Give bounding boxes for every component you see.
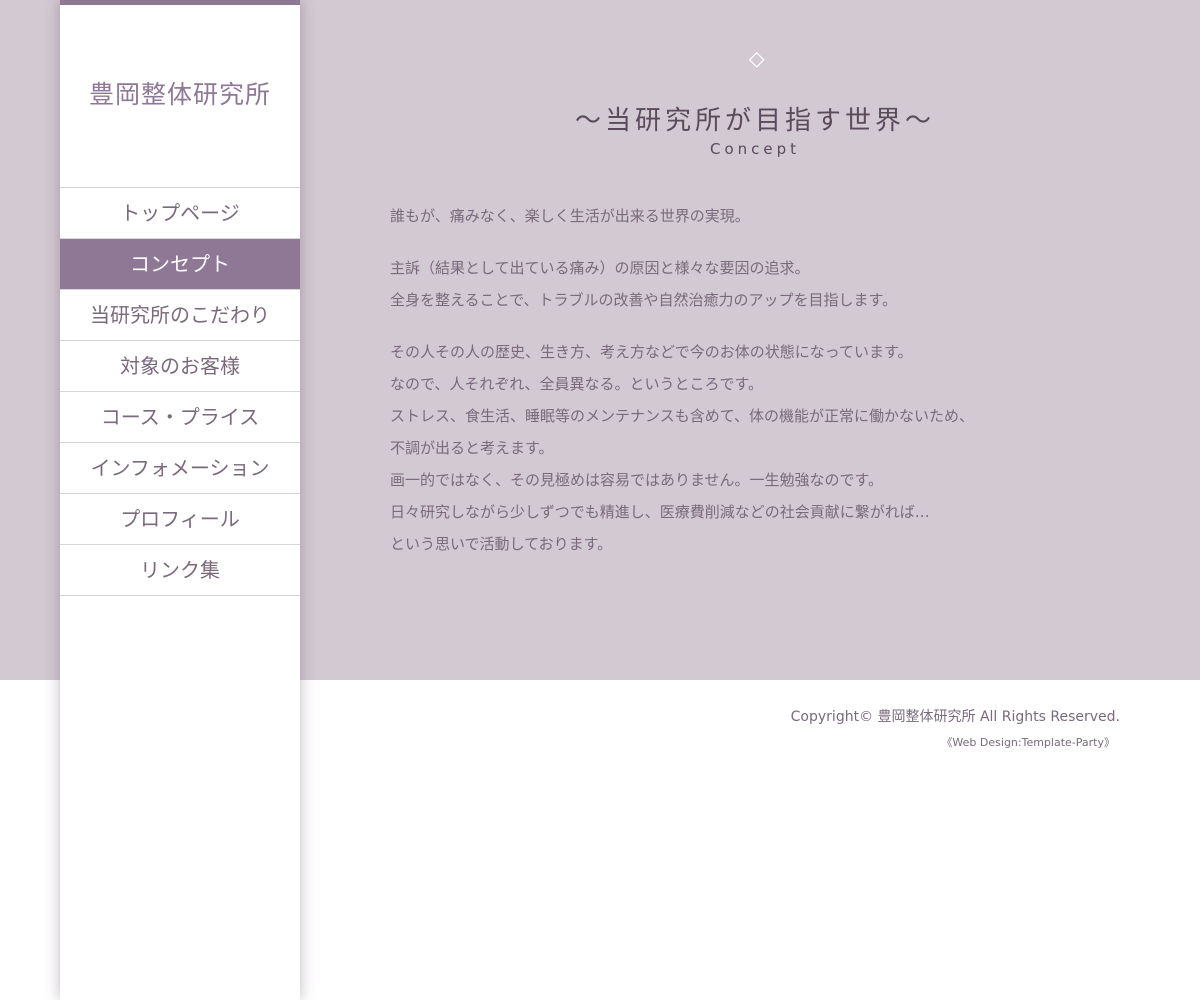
nav-item-label: トップページ bbox=[120, 201, 240, 225]
nav-item-information[interactable]: インフォメーション bbox=[60, 443, 300, 494]
nav-item-label: 対象のお客様 bbox=[120, 354, 240, 378]
concept-line: 誰もが、痛みなく、楽しく生活が出来る世界の実現。 bbox=[390, 207, 750, 225]
concept-line: ストレス、食生活、睡眠等のメンテナンスも含めて、体の機能が正常に働かないため、 bbox=[390, 407, 974, 425]
nav-item-commitment[interactable]: 当研究所のこだわり bbox=[60, 290, 300, 341]
nav-item-label: インフォメーション bbox=[90, 456, 270, 480]
diamond-icon bbox=[748, 52, 765, 68]
concept-line: 主訴（結果として出ている痛み）の原因と様々な要因の追求。 bbox=[390, 259, 810, 277]
concept-line: なので、人それぞれ、全員異なる。というところです。 bbox=[390, 375, 764, 393]
nav-item-label: 当研究所のこだわり bbox=[90, 303, 270, 327]
concept-line: その人その人の歴史、生き方、考え方などで今のお体の状態になっています。 bbox=[390, 343, 913, 361]
page-subtitle: Concept bbox=[709, 140, 801, 158]
concept-line: 全身を整えることで、トラブルの改善や自然治癒力のアップを目指します。 bbox=[390, 291, 898, 309]
footer-design-credit-link[interactable]: 《Web Design:Template-Party》 bbox=[941, 734, 1115, 750]
concept-body: 誰もが、痛みなく、楽しく生活が出来る世界の実現。 主訴（結果として出ている痛み）… bbox=[390, 200, 1130, 580]
nav-item-label: コース・プライス bbox=[100, 405, 260, 429]
concept-line: 画一的ではなく、その見極めは容易ではありません。一生勉強なのです。 bbox=[390, 471, 884, 489]
nav-item-label: リンク集 bbox=[140, 558, 220, 582]
page: 豊岡整体研究所 トップページ コンセプト 当研究所のこだわり 対象のお客様 コー… bbox=[0, 0, 1200, 1000]
concept-line: 日々研究しながら少しずつでも精進し、医療費削減などの社会貢献に繋がれば… bbox=[390, 503, 930, 521]
page-title: 〜当研究所が目指す世界〜 bbox=[574, 106, 935, 136]
heading-divider-ornament bbox=[400, 52, 1120, 68]
main-nav: トップページ コンセプト 当研究所のこだわり 対象のお客様 コース・プライス イ… bbox=[60, 187, 300, 596]
nav-item-concept[interactable]: コンセプト bbox=[60, 239, 300, 290]
nav-item-course-price[interactable]: コース・プライス bbox=[60, 392, 300, 443]
nav-item-top[interactable]: トップページ bbox=[60, 188, 300, 239]
concept-paragraph: 主訴（結果として出ている痛み）の原因と様々な要因の追求。 全身を整えることで、ト… bbox=[390, 252, 1130, 316]
concept-line: という思いで活動しております。 bbox=[390, 535, 613, 553]
concept-paragraph: 誰もが、痛みなく、楽しく生活が出来る世界の実現。 bbox=[390, 200, 1130, 232]
nav-item-target-customers[interactable]: 対象のお客様 bbox=[60, 341, 300, 392]
nav-item-links[interactable]: リンク集 bbox=[60, 545, 300, 596]
footer-copyright: Copyright© 豊岡整体研究所 All Rights Reserved. bbox=[790, 709, 1120, 725]
concept-line: 不調が出ると考えます。 bbox=[390, 439, 554, 457]
nav-item-profile[interactable]: プロフィール bbox=[60, 494, 300, 545]
concept-paragraph: その人その人の歴史、生き方、考え方などで今のお体の状態になっています。 なので、… bbox=[390, 336, 1130, 560]
nav-item-label: コンセプト bbox=[130, 252, 230, 276]
site-logo[interactable]: 豊岡整体研究所 bbox=[60, 75, 300, 111]
sidebar: 豊岡整体研究所 トップページ コンセプト 当研究所のこだわり 対象のお客様 コー… bbox=[60, 0, 300, 1000]
nav-item-label: プロフィール bbox=[120, 507, 240, 531]
